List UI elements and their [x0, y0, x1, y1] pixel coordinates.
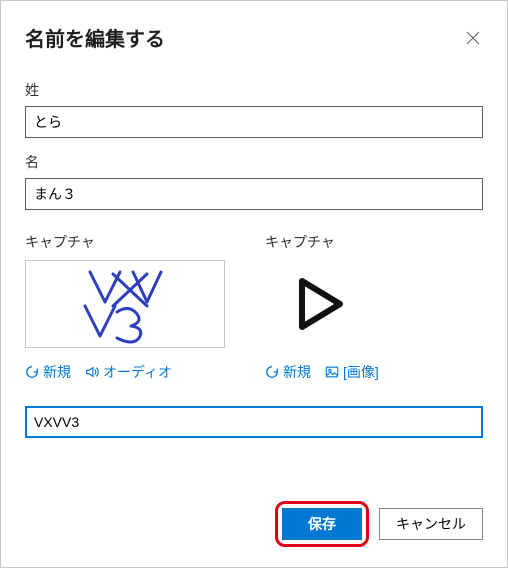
dialog-title: 名前を編集する — [25, 23, 165, 52]
captcha-audio-play-button[interactable] — [275, 260, 363, 348]
captcha-switch-image-button[interactable]: [画像] — [325, 362, 379, 382]
captcha-audio-column: キャプチャ 新規 — [265, 232, 483, 382]
captcha-image-actions: 新規 オーディオ — [25, 362, 225, 382]
refresh-icon — [265, 365, 279, 379]
captcha-image-label: キャプチャ — [25, 232, 225, 252]
dialog-buttons: 保存 キャンセル — [275, 501, 483, 547]
edit-name-dialog: 名前を編集する 姓 名 キャプチャ — [0, 0, 508, 568]
close-icon — [466, 31, 480, 45]
captcha-refresh-audio-button[interactable]: 新規 — [265, 362, 311, 382]
cancel-button[interactable]: キャンセル — [379, 508, 483, 540]
captcha-input-wrapper — [25, 406, 483, 438]
play-icon — [284, 269, 354, 339]
image-icon — [325, 365, 339, 379]
captcha-refresh-image-button[interactable]: 新規 — [25, 362, 71, 382]
refresh-audio-label: 新規 — [283, 362, 311, 382]
image-action-label: [画像] — [343, 362, 379, 382]
close-button[interactable] — [463, 28, 483, 48]
save-button[interactable]: 保存 — [282, 508, 362, 540]
captcha-image-column: キャプチャ — [25, 232, 225, 382]
refresh-icon — [25, 365, 39, 379]
captcha-glyph-icon — [55, 264, 195, 344]
captcha-audio-actions: 新規 [画像] — [265, 362, 483, 382]
audio-action-label: オーディオ — [103, 362, 172, 382]
lastname-input[interactable] — [25, 106, 483, 138]
dialog-header: 名前を編集する — [25, 23, 483, 52]
audio-icon — [85, 365, 99, 379]
captcha-image — [25, 260, 225, 348]
captcha-switch-audio-button[interactable]: オーディオ — [85, 362, 172, 382]
refresh-label: 新規 — [43, 362, 71, 382]
firstname-input[interactable] — [25, 178, 483, 210]
captcha-audio-label: キャプチャ — [265, 232, 483, 252]
lastname-label: 姓 — [25, 80, 483, 100]
captcha-row: キャプチャ — [25, 232, 483, 382]
captcha-input[interactable] — [25, 406, 483, 438]
firstname-label: 名 — [25, 152, 483, 172]
save-button-highlight: 保存 — [275, 501, 369, 547]
